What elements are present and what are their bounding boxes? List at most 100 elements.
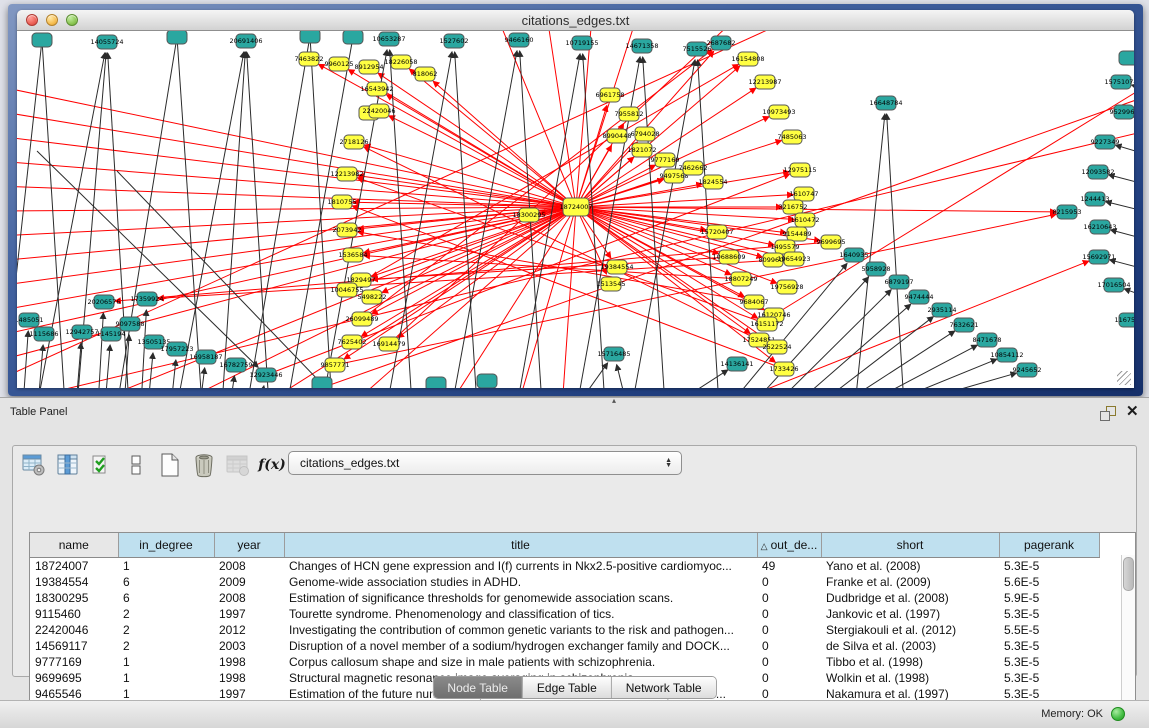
citation-edge-black[interactable] [1110,260,1134,271]
graph-node[interactable]: 17016504 [1097,278,1130,292]
graph-node[interactable]: 16210643 [1083,220,1116,234]
graph-node[interactable]: 6879197 [885,275,914,289]
graph-node[interactable]: 12923446 [249,368,282,382]
close-panel-icon[interactable]: ✕ [1126,402,1139,420]
graph-node[interactable]: 7485063 [778,130,807,144]
graph-node[interactable]: 7632621 [950,318,979,332]
table-cell[interactable]: 0 [757,574,821,590]
graph-node[interactable]: 1610747 [790,187,819,201]
table-cell[interactable]: 5.3E-5 [999,638,1099,654]
network-window-titlebar[interactable]: citations_edges.txt [17,10,1134,31]
graph-node[interactable]: 5958928 [862,262,891,276]
graph-node[interactable]: 15751074 [1104,75,1134,89]
delete-table-disabled-button[interactable] [223,451,253,479]
column-header-out_de[interactable]: △out_de... [757,533,821,558]
table-cell[interactable]: 2008 [214,558,284,575]
table-cell[interactable]: 0 [757,606,821,622]
citation-edge-black[interactable] [98,313,103,388]
table-cell[interactable]: 5.3E-5 [999,558,1099,575]
table-cell[interactable]: 6 [118,590,214,606]
graph-node[interactable]: 14055724 [90,35,123,49]
citation-edge-black[interactable] [1124,289,1134,299]
table-cell[interactable]: Stergiakouli et al. (2012) [821,622,999,638]
graph-node[interactable]: 26099489 [345,312,378,326]
citation-edge-red[interactable] [17,207,576,236]
graph-node[interactable]: 7463822 [295,52,324,66]
table-cell[interactable]: 1998 [214,654,284,670]
graph-node[interactable]: 3216752 [779,200,808,214]
table-vertical-scrollbar[interactable] [1121,555,1135,720]
table-cell[interactable]: Jankovic et al. (1997) [821,606,999,622]
citation-edge-red[interactable] [344,207,576,359]
graph-node[interactable]: 1485051 [17,313,43,327]
graph-node[interactable]: 6961758 [596,88,625,102]
citation-edge-black[interactable] [887,114,904,388]
graph-node[interactable]: 9529966 [1110,105,1134,119]
graph-node[interactable]: 14671358 [625,39,658,53]
citation-edge-black[interactable] [247,52,269,388]
citation-edge-black[interactable] [105,345,110,388]
table-cell[interactable]: 0 [757,670,821,686]
citation-edge-black[interactable] [1116,145,1134,156]
table-cell[interactable]: 18300295 [30,590,118,606]
table-cell[interactable]: 0 [757,638,821,654]
network-window[interactable]: citations_edges.txt 14055724206914061065… [17,10,1134,388]
citation-edge-red[interactable] [378,73,576,207]
table-cell[interactable]: 1 [118,670,214,686]
table-cell[interactable]: 5.3E-5 [999,670,1099,686]
table-cell[interactable]: 2003 [214,638,284,654]
canvas-resize-grip[interactable] [1117,371,1131,385]
graph-node[interactable]: 1536584 [339,248,368,262]
table-cell[interactable]: 22420046 [30,622,118,638]
graph-node[interactable]: 818062 [413,67,438,81]
scrollbar-thumb[interactable] [1123,557,1134,591]
graph-node[interactable]: 18807249 [724,272,757,286]
table-cell[interactable]: de Silva et al. (2003) [821,638,999,654]
graph-node[interactable]: 12093582 [1081,165,1114,179]
graph-node[interactable]: 1115686 [30,327,59,341]
graph-node[interactable] [477,374,497,388]
citation-edge-black[interactable] [177,37,202,388]
table-cell[interactable]: 2 [118,606,214,622]
citation-edge-red[interactable] [774,73,1134,315]
table-cell[interactable]: 1998 [214,670,284,686]
graph-node[interactable]: 17359924 [130,292,163,306]
graph-node[interactable]: 1824554 [699,175,728,189]
table-cell[interactable]: 0 [757,622,821,638]
table-row[interactable]: 1938455462009Genome-wide association stu… [30,574,1099,590]
citation-edge-black[interactable] [672,370,728,388]
graph-node[interactable]: 9245652 [1013,363,1042,377]
graph-node[interactable]: 9699695 [817,235,846,249]
table-cell[interactable]: 2012 [214,622,284,638]
table-cell[interactable]: 9699695 [30,670,118,686]
graph-node[interactable] [167,31,187,44]
table-cell[interactable]: 1 [118,558,214,575]
graph-node[interactable] [343,31,363,44]
table-cell[interactable]: 49 [757,558,821,575]
table-row[interactable]: 911546021997Tourette syndrome. Phenomeno… [30,606,1099,622]
table-cell[interactable]: Franke et al. (2009) [821,574,999,590]
table-cell[interactable]: Estimation of significance thresholds fo… [284,590,757,606]
graph-node[interactable]: 9960125 [325,57,354,71]
citation-edge-black[interactable] [310,36,332,388]
citation-edge-black[interactable] [839,331,955,388]
graph-node[interactable]: 16154808 [731,52,764,66]
graph-node[interactable]: 14136141 [720,357,753,371]
citation-edge-red[interactable] [17,207,576,261]
graph-node[interactable]: 8912954 [355,60,384,74]
table-cell[interactable]: 0 [757,654,821,670]
citation-edge-black[interactable] [617,365,627,388]
graph-node[interactable]: 12213982 [330,167,363,181]
graph-node[interactable]: 18226058 [384,55,417,69]
graph-node[interactable]: 1244413 [1081,192,1110,206]
table-cell[interactable]: Tibbo et al. (1998) [821,654,999,670]
graph-node[interactable]: 10719155 [565,36,598,50]
table-cell[interactable]: 2 [118,622,214,638]
graph-node[interactable]: 16648784 [869,96,902,110]
table-cell[interactable]: 5.5E-5 [999,622,1099,638]
citation-edge-black[interactable] [862,345,977,388]
table-cell[interactable]: 5.6E-5 [999,574,1099,590]
table-row[interactable]: 977716911998Corpus callosum shape and si… [30,654,1099,670]
column-header-short[interactable]: short [821,533,999,558]
graph-node[interactable] [300,31,320,43]
